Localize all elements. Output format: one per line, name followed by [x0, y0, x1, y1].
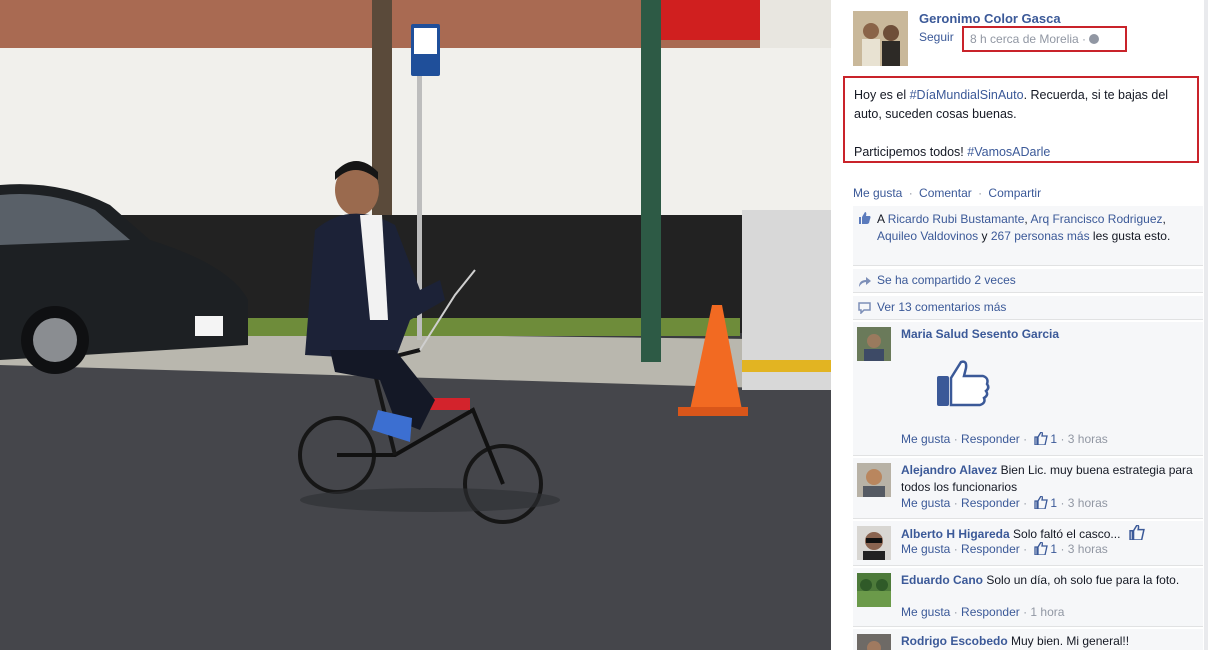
- comment-body: Eduardo Cano Solo un día, oh solo fue pa…: [901, 572, 1197, 589]
- comment-body: Rodrigo Escobedo Muy bien. Mi general!!: [901, 633, 1197, 650]
- comment-time[interactable]: 3 horas: [1068, 542, 1108, 556]
- comment-time[interactable]: 1 hora: [1030, 605, 1064, 619]
- liker-link[interactable]: Ricardo Rubi Bustamante: [888, 212, 1025, 226]
- more-comments-row[interactable]: Ver 13 comentarios más: [853, 296, 1203, 320]
- liker-link[interactable]: Aquileo Valdovinos: [877, 229, 978, 243]
- hashtag-link[interactable]: #DíaMundialSinAuto: [910, 88, 1024, 102]
- comment-body: Alejandro Alavez Bien Lic. muy buena est…: [901, 462, 1197, 496]
- author-name-link[interactable]: Geronimo Color Gasca: [919, 11, 1061, 26]
- comment-like-count[interactable]: 1: [1050, 542, 1057, 556]
- shares-row[interactable]: Se ha compartido 2 veces: [853, 269, 1203, 293]
- comment-body: Alberto H Higareda Solo faltó el casco..…: [901, 525, 1197, 543]
- likes-summary: A Ricardo Rubi Bustamante, Arq Francisco…: [853, 206, 1203, 266]
- comment-button[interactable]: Comentar: [919, 186, 972, 200]
- author-avatar[interactable]: [853, 11, 908, 66]
- comment-footer: Me gusta · Responder · 1 · 3 horas: [901, 496, 1108, 510]
- globe-icon: [1089, 34, 1100, 44]
- post-timestamp[interactable]: 8 h cerca de Morelia ·: [962, 26, 1127, 52]
- comment-reply-link[interactable]: Responder: [961, 605, 1020, 619]
- liker-link[interactable]: Arq Francisco Rodriguez: [1030, 212, 1162, 226]
- comment-footer: Me gusta · Responder · 1 · 3 horas: [901, 432, 1108, 446]
- hashtag-link[interactable]: #VamosADarle: [967, 145, 1050, 159]
- thumbs-up-mini-icon: [1129, 525, 1145, 540]
- commenter-avatar[interactable]: [857, 463, 891, 497]
- thumbs-up-mini-icon: [1034, 432, 1049, 445]
- comment-reply-link[interactable]: Responder: [961, 542, 1020, 556]
- comment-item: Alberto H Higareda Solo faltó el casco..…: [853, 521, 1203, 566]
- comment-like-link[interactable]: Me gusta: [901, 542, 950, 556]
- separator: ·: [978, 186, 983, 200]
- comment-reply-link[interactable]: Responder: [961, 432, 1020, 446]
- share-icon: [859, 277, 871, 287]
- comment-like-count[interactable]: 1: [1050, 432, 1057, 446]
- comment-icon: [858, 302, 871, 314]
- commenter-avatar[interactable]: [857, 634, 891, 650]
- comment-item: Eduardo Cano Solo un día, oh solo fue pa…: [853, 568, 1203, 627]
- photo-scene: [0, 0, 831, 650]
- comment-time[interactable]: 3 horas: [1068, 496, 1108, 510]
- thumbs-up-sticker: [937, 360, 990, 407]
- commenter-avatar[interactable]: [857, 573, 891, 607]
- comment-reply-link[interactable]: Responder: [961, 496, 1020, 510]
- comment-text: Solo faltó el casco...: [1013, 527, 1121, 541]
- thumbs-up-mini-icon: [1034, 542, 1049, 555]
- comment-footer: Me gusta · Responder · 1 · 3 horas: [901, 542, 1108, 556]
- post-side-panel: Geronimo Color Gasca Seguir 8 h cerca de…: [831, 0, 1208, 650]
- post-photo[interactable]: [0, 0, 831, 650]
- panel-scrollbar[interactable]: [1204, 0, 1208, 650]
- post-message: Hoy es el #DíaMundialSinAuto. Recuerda, …: [843, 76, 1199, 163]
- comment-item: Rodrigo Escobedo Muy bien. Mi general!!: [853, 629, 1203, 650]
- comment-like-count[interactable]: 1: [1050, 496, 1057, 510]
- post-paragraph-1: Hoy es el #DíaMundialSinAuto. Recuerda, …: [854, 88, 1169, 121]
- comment-footer: Me gusta · Responder · 1 hora: [901, 605, 1065, 619]
- like-icon: [859, 212, 871, 224]
- commenter-name-link[interactable]: Rodrigo Escobedo: [901, 634, 1008, 648]
- comment-body: Maria Salud Sesento Garcia: [901, 326, 1197, 343]
- comment-like-link[interactable]: Me gusta: [901, 605, 950, 619]
- comment-time[interactable]: 3 horas: [1068, 432, 1108, 446]
- comment-text: Solo un día, oh solo fue para la foto.: [986, 573, 1180, 587]
- comment-like-link[interactable]: Me gusta: [901, 496, 950, 510]
- commenter-name-link[interactable]: Alejandro Alavez: [901, 463, 997, 477]
- post-actions-bar: Me gusta · Comentar · Compartir: [853, 186, 1041, 200]
- timestamp-text: 8 h cerca de Morelia ·: [970, 32, 1087, 46]
- view-more-comments-link[interactable]: Ver 13 comentarios más: [877, 300, 1006, 314]
- share-button[interactable]: Compartir: [988, 186, 1041, 200]
- commenter-name-link[interactable]: Eduardo Cano: [901, 573, 983, 587]
- commenter-name-link[interactable]: Alberto H Higareda: [901, 527, 1010, 541]
- comment-text: Muy bien. Mi general!!: [1011, 634, 1130, 648]
- shares-count-link[interactable]: Se ha compartido 2 veces: [877, 273, 1016, 287]
- green-pole: [641, 0, 661, 362]
- comment-item: Alejandro Alavez Bien Lic. muy buena est…: [853, 458, 1203, 519]
- comment-like-link[interactable]: Me gusta: [901, 432, 950, 446]
- thumbs-up-mini-icon: [1034, 496, 1049, 509]
- post-paragraph-2: Participemos todos! #VamosADarle: [854, 145, 1051, 159]
- separator: ·: [908, 186, 913, 200]
- commenter-name-link[interactable]: Maria Salud Sesento Garcia: [901, 327, 1059, 341]
- others-likers-link[interactable]: 267 personas más: [991, 229, 1090, 243]
- comment-item: Maria Salud Sesento Garcia Me gusta · Re…: [853, 322, 1203, 456]
- commenter-avatar[interactable]: [857, 526, 891, 560]
- like-button[interactable]: Me gusta: [853, 186, 902, 200]
- follow-link[interactable]: Seguir: [919, 30, 954, 44]
- commenter-avatar[interactable]: [857, 327, 891, 361]
